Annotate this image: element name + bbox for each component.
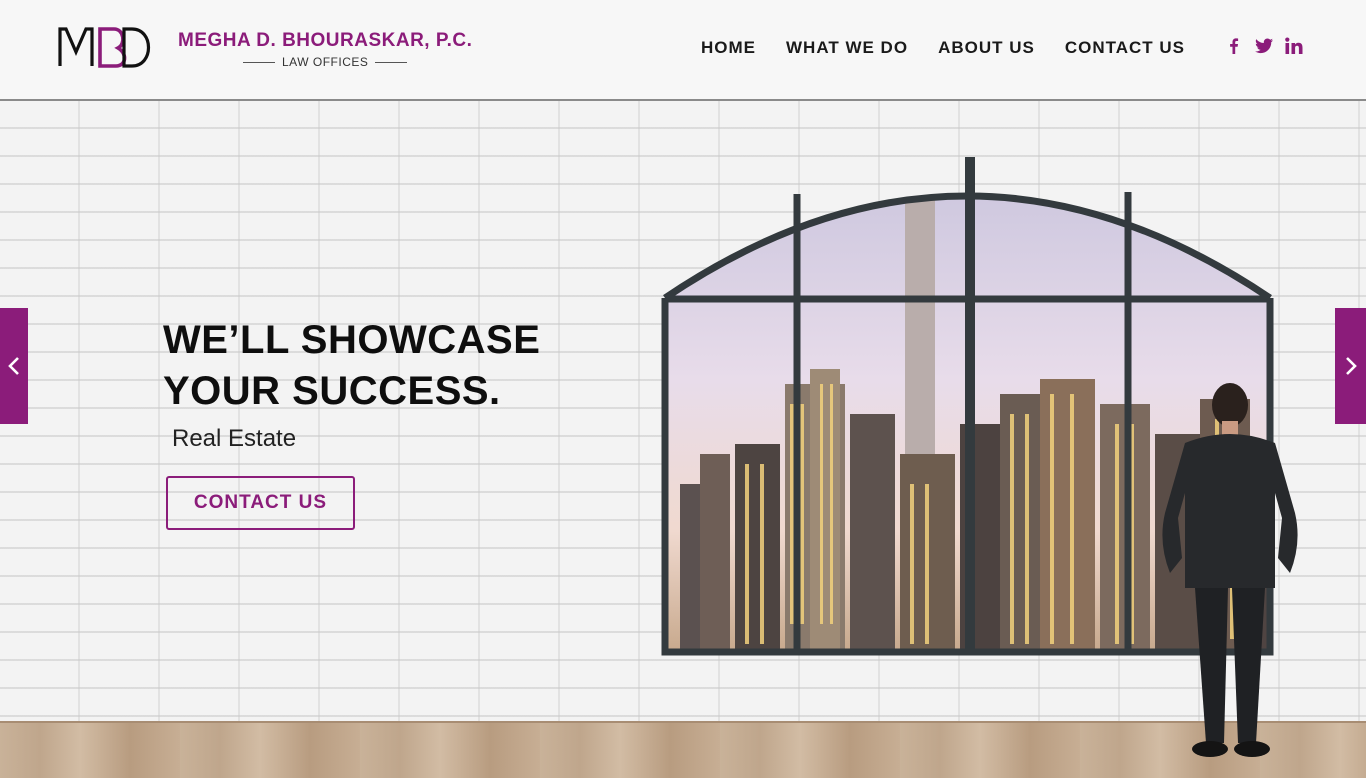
hero-headline: WE’LL SHOWCASE YOUR SUCCESS. [163,315,540,417]
chevron-right-icon [1345,357,1357,375]
firm-name: MEGHA D. BHOURASKAR, P.C. [178,30,473,51]
twitter-icon[interactable] [1254,36,1274,56]
social-links [1224,36,1314,56]
logo-mark-icon [58,27,150,68]
nav-what-we-do[interactable]: WHAT WE DO [786,38,908,58]
nav-home[interactable]: HOME [701,38,756,58]
businessman-illustration [1162,383,1298,757]
linkedin-icon[interactable] [1284,36,1304,56]
nav-about-us[interactable]: ABOUT US [938,38,1035,58]
firm-subtitle: LAW OFFICES [281,55,369,69]
slider-next-button[interactable] [1335,308,1366,424]
divider [242,61,275,63]
nav-contact-us[interactable]: CONTACT US [1065,38,1185,58]
main-nav: HOME WHAT WE DO ABOUT US CONTACT US [701,38,1215,58]
firm-logo[interactable]: MEGHA D. BHOURASKAR, P.C. LAW OFFICES [58,26,472,69]
hero-slider: WE’LL SHOWCASE YOUR SUCCESS. Real Estate… [0,101,1366,778]
chevron-left-icon [8,357,19,375]
site-header: MEGHA D. BHOURASKAR, P.C. LAW OFFICES HO… [0,0,1366,101]
hero-subline: Real Estate [172,425,297,452]
facebook-icon[interactable] [1224,36,1244,56]
slider-prev-button[interactable] [0,308,28,424]
hero-headline-line1: WE’LL SHOWCASE [163,318,541,362]
contact-us-button[interactable]: CONTACT US [166,476,355,530]
divider [375,61,408,63]
hero-headline-line2: YOUR SUCCESS. [163,369,501,413]
